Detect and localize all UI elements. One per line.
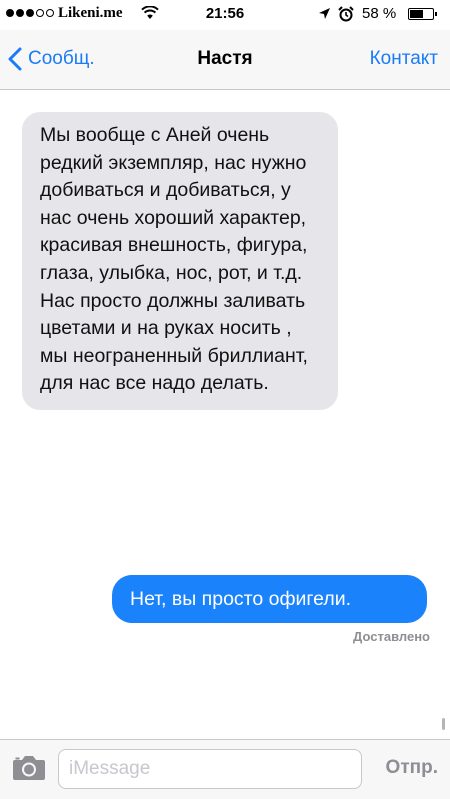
battery-icon	[408, 8, 437, 20]
message-composer: Отпр.	[0, 739, 450, 799]
incoming-message-bubble[interactable]: Мы вообще с Аней очень редкий экземпляр,…	[22, 112, 338, 410]
scroll-indicator[interactable]	[442, 718, 445, 730]
battery-percent: 58 %	[362, 5, 397, 22]
camera-icon[interactable]	[12, 754, 46, 786]
imessage-screen: Likeni.me 21:56 58 % Сообщ. Настя Контак…	[0, 0, 450, 799]
message-input[interactable]	[58, 749, 362, 789]
location-arrow-icon	[318, 7, 331, 24]
send-button[interactable]: Отпр.	[386, 757, 438, 779]
outgoing-message-bubble[interactable]: Нет, вы просто офигели.	[112, 575, 427, 623]
contact-button[interactable]: Контакт	[370, 48, 438, 70]
delivery-status: Доставлено	[353, 629, 430, 644]
status-bar: Likeni.me 21:56 58 %	[0, 0, 450, 30]
conversation-header: Сообщ. Настя Контакт	[0, 30, 450, 90]
alarm-icon	[338, 6, 354, 26]
